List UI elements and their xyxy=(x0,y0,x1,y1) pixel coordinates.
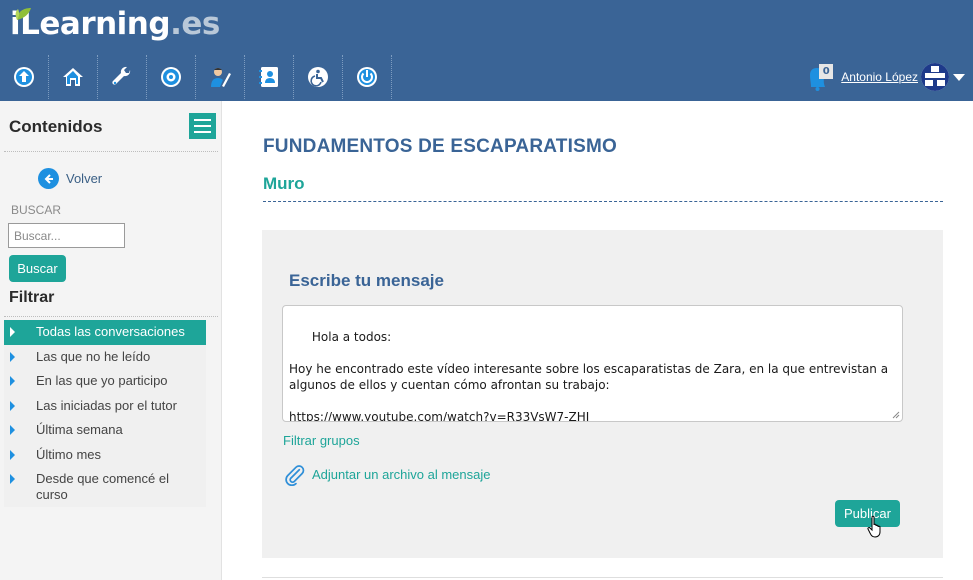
chevron-down-icon[interactable] xyxy=(953,73,965,81)
filter-label: Las iniciadas por el tutor xyxy=(36,397,177,413)
settings-button[interactable] xyxy=(147,55,196,99)
search-input[interactable] xyxy=(8,223,125,248)
top-header: iLearning .es 0 Antonio López xyxy=(0,0,973,101)
filter-item-since-start[interactable]: Desde que comencé el curso xyxy=(4,467,206,507)
divider xyxy=(4,316,218,317)
message-text: Hola a todos: Hoy he encontrado este víd… xyxy=(289,330,889,422)
attach-file-link[interactable]: Adjuntar un archivo al mensaje xyxy=(283,463,491,486)
paperclip-icon xyxy=(285,465,305,486)
up-arrow-button[interactable] xyxy=(0,55,49,99)
course-title: FUNDAMENTOS DE ESCAPARATISMO xyxy=(263,136,617,157)
leaf-icon xyxy=(15,8,31,20)
filter-list: Todas las conversaciones Las que no he l… xyxy=(4,320,206,507)
avatar[interactable] xyxy=(921,63,949,91)
search-label: BUSCAR xyxy=(11,203,62,217)
hamburger-menu-button[interactable] xyxy=(189,113,216,139)
filter-item-participating[interactable]: En las que yo participo xyxy=(4,369,206,394)
filter-label: Último mes xyxy=(36,446,102,462)
triangle-right-icon xyxy=(10,351,15,362)
filter-label: Última semana xyxy=(36,422,123,437)
message-textarea[interactable]: Hola a todos: Hoy he encontrado este víd… xyxy=(282,305,903,422)
triangle-right-icon xyxy=(10,474,15,484)
filter-label: Desde que comencé el curso xyxy=(36,471,169,502)
sidebar: Contenidos Volver BUSCAR Buscar Filtrar … xyxy=(0,101,222,580)
accessibility-button[interactable] xyxy=(294,55,343,99)
back-button[interactable]: Volver xyxy=(38,168,102,189)
filter-label: Todas las conversaciones xyxy=(36,324,185,339)
tools-button[interactable] xyxy=(98,55,147,99)
contacts-icon xyxy=(259,67,278,87)
compose-title: Escribe tu mensaje xyxy=(289,271,444,290)
user-name-link[interactable]: Antonio López xyxy=(841,70,918,84)
divider xyxy=(263,201,943,202)
logo-ext-text: .es xyxy=(170,6,220,42)
home-icon xyxy=(63,68,83,86)
hamburger-icon-bar xyxy=(194,125,211,127)
filter-title: Filtrar xyxy=(9,289,55,306)
settings-icon xyxy=(161,67,181,87)
logout-button[interactable] xyxy=(343,55,392,99)
triangle-right-icon xyxy=(10,400,15,411)
triangle-right-icon xyxy=(10,327,15,337)
divider xyxy=(262,577,943,578)
up-arrow-icon xyxy=(14,67,34,87)
filter-item-last-week[interactable]: Última semana xyxy=(4,418,206,443)
section-title: Muro xyxy=(263,174,305,193)
accessibility-icon xyxy=(308,67,328,87)
contacts-button[interactable] xyxy=(245,55,294,99)
user-area: 0 Antonio López xyxy=(803,60,965,94)
hamburger-icon-bar xyxy=(194,131,211,133)
attach-file-label: Adjuntar un archivo al mensaje xyxy=(312,467,491,482)
profile-edit-button[interactable] xyxy=(196,55,245,99)
filter-item-tutor[interactable]: Las iniciadas por el tutor xyxy=(4,393,206,418)
triangle-right-icon xyxy=(10,425,15,435)
back-label: Volver xyxy=(66,171,103,186)
filter-label: En las que yo participo xyxy=(36,373,168,388)
compose-panel: Escribe tu mensaje Hola a todos: Hoy he … xyxy=(262,230,943,558)
home-button[interactable] xyxy=(49,55,98,99)
notification-count-badge: 0 xyxy=(819,64,834,79)
filter-groups-link[interactable]: Filtrar grupos xyxy=(283,433,360,448)
power-icon xyxy=(357,67,377,87)
hamburger-icon xyxy=(194,119,211,121)
wrench-icon xyxy=(112,66,131,85)
main-toolbar xyxy=(0,55,392,99)
filter-item-unread[interactable]: Las que no he leído xyxy=(4,344,206,369)
avatar-icon xyxy=(921,63,949,91)
filter-label: Las que no he leído xyxy=(36,348,151,364)
back-arrow-icon xyxy=(38,168,59,189)
divider xyxy=(4,151,218,152)
main-content: FUNDAMENTOS DE ESCAPARATISMO Muro Escrib… xyxy=(223,101,973,580)
resize-handle-icon[interactable] xyxy=(892,411,900,419)
filter-item-last-month[interactable]: Último mes xyxy=(4,442,206,467)
search-button[interactable]: Buscar xyxy=(9,255,66,282)
notifications-button[interactable]: 0 xyxy=(803,62,834,92)
hand-cursor-icon xyxy=(867,515,881,538)
filter-item-all[interactable]: Todas las conversaciones xyxy=(4,320,206,345)
ilearning-logo[interactable]: iLearning .es xyxy=(10,6,220,50)
user-edit-icon xyxy=(211,68,231,87)
sidebar-title: Contenidos xyxy=(9,117,103,136)
triangle-right-icon xyxy=(10,376,15,386)
triangle-right-icon xyxy=(10,449,15,460)
